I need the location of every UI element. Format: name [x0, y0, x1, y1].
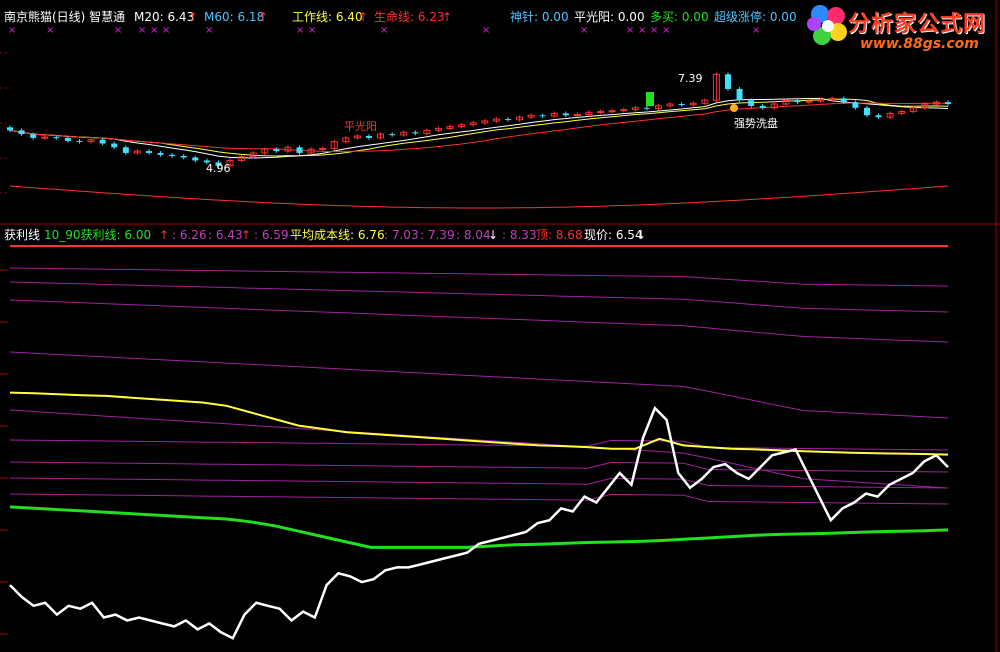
profit-lines — [9, 245, 949, 640]
candle-body-74 — [863, 107, 870, 116]
profit-line-4: : 7.03 — [384, 228, 419, 242]
candle-body-2 — [30, 134, 37, 138]
candle-body-6 — [76, 140, 83, 142]
profit-line-1: : 6.26 — [172, 228, 207, 242]
top-ma-lines — [9, 97, 949, 209]
profit-green-line — [9, 505, 949, 549]
purple-profit-line-2 — [9, 299, 949, 343]
high-label: 7.39 — [678, 72, 703, 85]
candle-body-10 — [122, 147, 129, 153]
candle-body-63 — [736, 88, 743, 101]
candle-body-49 — [573, 114, 581, 117]
candle-body-81 — [945, 102, 951, 104]
low-label: 4.96 — [206, 162, 231, 175]
ma-yellow-line — [9, 98, 949, 157]
candle-body-33 — [389, 134, 396, 136]
candle-body-12 — [145, 151, 152, 153]
candle-body-75 — [875, 115, 882, 118]
candle-body-13 — [157, 152, 164, 155]
candle-body-8 — [99, 139, 106, 144]
top-line: 顶: 8.68 — [536, 228, 583, 242]
profit-line-5: : 7.39 — [420, 228, 455, 242]
candle-body-55 — [643, 107, 650, 109]
candle-body-52 — [608, 110, 616, 113]
current-price: 现价: 6.54 — [584, 228, 643, 242]
profit-line-6: : 8.04 — [456, 228, 491, 242]
candle-body-48 — [562, 113, 569, 116]
chart-grid — [0, 0, 1000, 652]
candlestick-series — [7, 72, 951, 168]
bottom-indicator-bar: 获利线 10_90获利线: 6.00 ↑ : 6.26 : 6.43 ↑ : 6… — [0, 227, 1000, 243]
current-price-arrow: ↓ — [636, 228, 647, 242]
candle-body-16 — [192, 157, 199, 161]
profit-line-6-arrow: ↓ — [488, 228, 499, 242]
candle-body-46 — [539, 115, 546, 117]
candle-body-9 — [111, 143, 118, 148]
candle-body-65 — [759, 105, 766, 108]
candle-body-27 — [319, 147, 327, 150]
stock-chart: 7.39 4.96 平光阳 强势洗盘 — [0, 0, 1000, 652]
candle-body-1 — [18, 130, 25, 135]
qiangshi-annotation: 强势洗盘 — [734, 116, 778, 130]
profit-white-line — [9, 405, 949, 640]
candle-body-72 — [840, 98, 847, 103]
candle-body-68 — [794, 100, 801, 103]
signal-green-block — [646, 92, 654, 106]
profit-10-90: 10_90获利线: 6.00 — [44, 228, 152, 242]
profit-line-2-arrow: ↑ — [241, 228, 252, 242]
ma-red-line — [9, 102, 948, 153]
candle-body-3 — [41, 136, 49, 139]
avg-cost-line: 平均成本线: 6.76 — [290, 228, 385, 242]
profit-10-90-arrow: ↑ — [159, 228, 170, 242]
candle-body-25 — [296, 147, 303, 153]
candle-body-73 — [852, 102, 859, 108]
candle-body-5 — [64, 137, 71, 141]
lower-red-curve — [9, 185, 949, 209]
purple-profit-line-3 — [9, 351, 949, 419]
candle-body-58 — [678, 104, 685, 105]
strong-wash-marker-icon — [730, 104, 738, 112]
candle-body-4 — [53, 137, 60, 139]
candle-body-64 — [748, 100, 755, 106]
candle-body-14 — [169, 154, 176, 156]
candle-body-0 — [7, 127, 13, 131]
candle-body-62 — [724, 74, 731, 89]
candle-body-15 — [180, 155, 187, 158]
candle-body-43 — [504, 119, 511, 121]
candle-body-31 — [365, 136, 372, 138]
purple-profit-line-0 — [9, 267, 949, 287]
candle-body-35 — [412, 132, 419, 134]
profit-line-7: : 8.33 — [502, 228, 537, 242]
purple-profit-line-1 — [9, 281, 949, 313]
pingguangyang-annotation: 平光阳 — [344, 119, 377, 133]
candle-body-23 — [273, 149, 280, 152]
bottom-panel-title: 获利线 — [4, 228, 41, 242]
purple-profit-line-8 — [9, 493, 949, 505]
profit-line-3: : 6.59 — [254, 228, 289, 242]
candle-body-51 — [597, 111, 605, 114]
ma-white-line — [9, 97, 949, 159]
profit-line-2: : 6.43 — [208, 228, 243, 242]
